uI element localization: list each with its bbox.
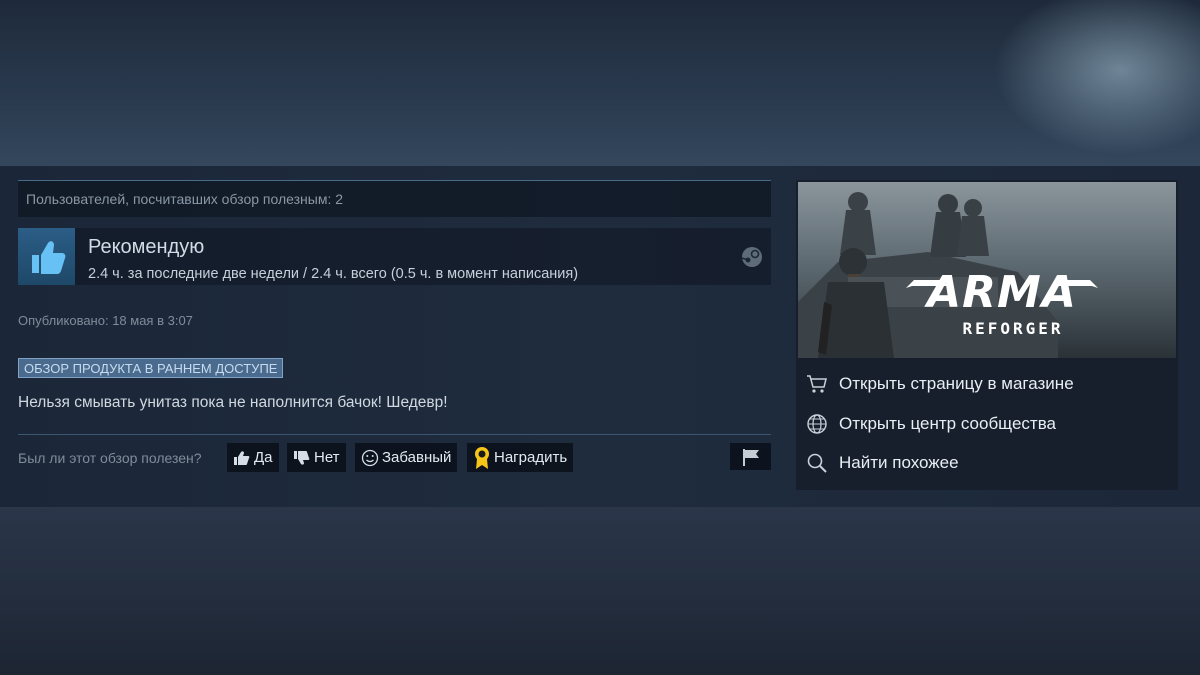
store-page-label: Открыть страницу в магазине [839, 374, 1074, 393]
helpful-count: Пользователей, посчитавших обзор полезны… [18, 180, 771, 217]
find-similar-link[interactable]: Найти похожее [806, 452, 959, 474]
playtime-hours: 2.4 ч. за последние две недели / 2.4 ч. … [88, 266, 579, 282]
cart-icon [807, 375, 827, 393]
award-label: Наградить [494, 449, 568, 466]
vote-yes-button[interactable]: Да [227, 443, 279, 472]
thumbs-up-icon [18, 228, 75, 285]
award-icon [475, 446, 489, 469]
search-icon [807, 453, 827, 473]
early-access-tag: ОБЗОР ПРОДУКТА В РАННЕМ ДОСТУПЕ [18, 358, 284, 378]
vote-no-button[interactable]: Нет [287, 443, 346, 472]
smiley-icon [361, 449, 379, 466]
recommendation-row: Рекомендую 2.4 ч. за последние две недел… [18, 228, 771, 285]
award-button[interactable]: Наградить [467, 443, 574, 472]
find-similar-label: Найти похожее [839, 453, 959, 472]
community-hub-link[interactable]: Открыть центр сообщества [806, 413, 1056, 435]
review-text: Нельзя смывать унитаз пока не наполнится… [18, 394, 448, 411]
background-top [0, 0, 1200, 166]
steam-logo-icon [741, 247, 762, 267]
community-hub-label: Открыть центр сообщества [839, 414, 1057, 433]
game-cover-image[interactable]: ARMA REFORGER [798, 182, 1176, 358]
report-button[interactable] [730, 443, 771, 470]
helpful-question: Был ли этот обзор полезен? [18, 450, 202, 466]
thumbs-down-small-icon [294, 450, 310, 465]
recommendation-title: Рекомендую [88, 236, 205, 258]
game-logo-subtitle: REFORGER [962, 319, 1063, 338]
store-page-link[interactable]: Открыть страницу в магазине [806, 374, 1074, 394]
vote-yes-label: Да [254, 449, 273, 466]
posted-date: Опубликовано: 18 мая в 3:07 [18, 313, 193, 328]
thumbs-up-small-icon [234, 450, 250, 465]
background-bottom [0, 507, 1200, 675]
globe-icon [807, 414, 827, 434]
vote-funny-label: Забавный [382, 449, 452, 466]
vote-no-label: Нет [314, 449, 340, 466]
flag-icon [742, 448, 759, 466]
divider [18, 434, 771, 435]
vote-funny-button[interactable]: Забавный [355, 443, 458, 472]
game-logo-title: ARMA [924, 267, 1077, 318]
game-side-panel: ARMA REFORGER Открыть страницу в магазин… [796, 180, 1178, 490]
